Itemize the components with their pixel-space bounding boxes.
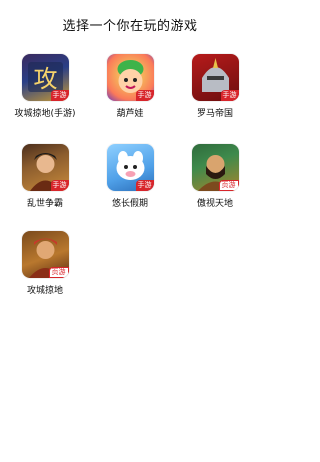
web-badge: 页游 xyxy=(218,180,239,191)
mobile-badge: 手游 xyxy=(50,180,69,191)
game-name: 攻城掠地 xyxy=(26,286,63,296)
game-name: 攻城掠地(手游) xyxy=(14,109,76,119)
web-badge: 页游 xyxy=(48,267,69,278)
mobile-badge: 手游 xyxy=(220,90,239,101)
svg-text:攻: 攻 xyxy=(33,65,57,93)
game-name: 乱世争霸 xyxy=(26,199,63,209)
game-name: 罗马帝国 xyxy=(196,109,233,119)
game-item-roman-empire[interactable]: 手游 罗马帝国 xyxy=(172,54,258,119)
chaos-hegemony-game-icon[interactable]: 手游 xyxy=(21,144,69,191)
game-name: 葫芦娃 xyxy=(116,109,144,119)
game-item-siege-web[interactable]: 页游 攻城掠地 xyxy=(2,231,88,296)
page-title: 选择一个你在玩的游戏 xyxy=(62,19,198,34)
calabash-boy-game-icon[interactable]: 手游 xyxy=(106,54,154,101)
game-item-long-vacation[interactable]: 手游 悠长假期 xyxy=(87,144,173,209)
game-name: 悠长假期 xyxy=(111,199,148,209)
game-item-siege-mobile[interactable]: 攻 手游 攻城掠地(手游) xyxy=(2,54,88,119)
game-name: 傲视天地 xyxy=(196,199,233,209)
proud-world-game-icon[interactable]: 页游 xyxy=(191,144,239,191)
game-item-calabash[interactable]: 手游 葫芦娃 xyxy=(87,54,173,119)
roman-empire-game-icon[interactable]: 手游 xyxy=(191,54,239,101)
mobile-badge: 手游 xyxy=(135,90,154,101)
game-item-proud-world[interactable]: 页游 傲视天地 xyxy=(172,144,258,209)
game-item-chaos-hegemony[interactable]: 手游 乱世争霸 xyxy=(2,144,88,209)
mobile-badge: 手游 xyxy=(135,180,154,191)
long-vacation-game-icon[interactable]: 手游 xyxy=(106,144,154,191)
mobile-badge: 手游 xyxy=(50,90,69,101)
siege-game-icon[interactable]: 攻 手游 xyxy=(21,54,69,101)
siege-web-game-icon[interactable]: 页游 xyxy=(21,231,69,278)
